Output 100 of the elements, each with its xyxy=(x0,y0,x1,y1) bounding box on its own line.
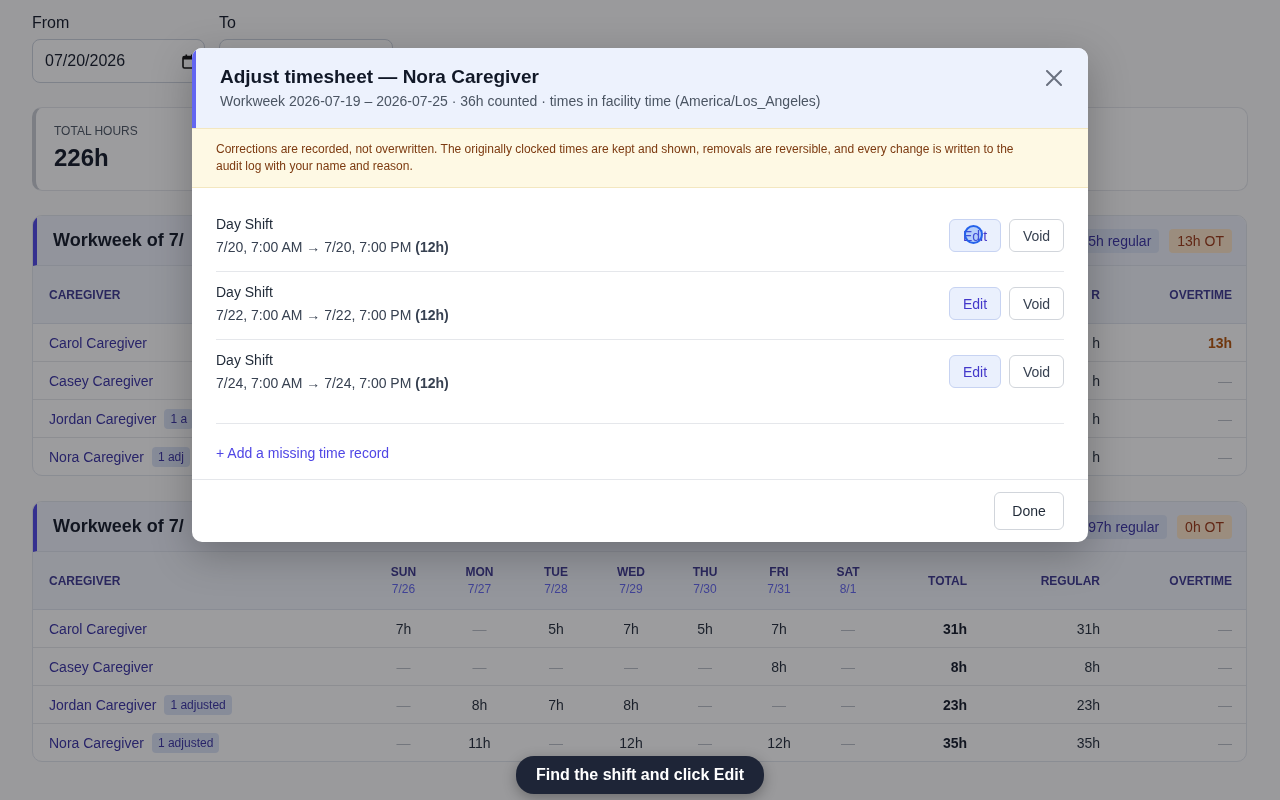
void-button[interactable]: Void xyxy=(1009,355,1064,388)
adjusted-badge: 1 a xyxy=(164,408,194,429)
day-date: 7/31 xyxy=(767,582,791,596)
table-cell: 12h xyxy=(767,734,791,751)
dialog-title: Adjust timesheet — Nora Caregiver xyxy=(220,66,540,88)
table-cell: 8h xyxy=(623,696,639,713)
caregiver-link[interactable]: Nora Caregiver xyxy=(49,734,144,751)
day-label: MON xyxy=(465,565,494,579)
table-cell: 35h xyxy=(1076,734,1100,751)
caregiver-link[interactable]: Jordan Caregiver xyxy=(49,410,157,427)
table-cell: — xyxy=(841,734,855,751)
table-cell: h xyxy=(1092,372,1100,389)
date-field[interactable]: 07/20/2026 xyxy=(32,39,205,83)
table-cell: 7h xyxy=(771,620,787,637)
audit-notice: Corrections are recorded, not overwritten. The originally clocked times are kept and shown, removals are reversible, and every change is written to the audit log with your name and reason. xyxy=(192,128,1088,188)
table-cell: h xyxy=(1092,410,1100,427)
table-cell: — xyxy=(472,620,487,637)
table-cell: 5h xyxy=(697,620,713,637)
table-cell: 23h xyxy=(942,696,967,713)
week-title: Workweek of 7/ xyxy=(53,516,184,537)
column-header: OVERTIME xyxy=(1169,287,1232,302)
caregiver-link[interactable]: Jordan Caregiver xyxy=(49,696,157,713)
table-cell: — xyxy=(624,658,638,675)
column-header: CAREGIVER xyxy=(49,287,121,302)
column-header: REGULAR xyxy=(1040,573,1100,588)
table-cell: — xyxy=(472,658,487,675)
column-header: TOTAL xyxy=(928,573,967,588)
table-cell: 8h xyxy=(950,658,967,675)
table-cell: — xyxy=(698,658,712,675)
table-cell: 35h xyxy=(942,734,967,751)
table-cell: 8h xyxy=(771,658,787,675)
void-button[interactable]: Void xyxy=(1009,219,1064,252)
field-label: From xyxy=(32,14,71,32)
table-cell: 7h xyxy=(548,696,564,713)
day-date: 7/26 xyxy=(391,582,416,596)
void-button[interactable]: Void xyxy=(1009,287,1064,320)
table-cell: — xyxy=(1218,658,1232,675)
stat-value: 226h xyxy=(54,144,110,172)
table-cell: 8h xyxy=(471,696,488,713)
day-label: SAT xyxy=(836,565,860,579)
table-cell: — xyxy=(549,734,563,751)
shift-title: Day Shift xyxy=(216,284,274,300)
day-date: 8/1 xyxy=(839,582,857,596)
edit-button[interactable]: Edit xyxy=(949,287,1001,320)
edit-button[interactable]: Edit xyxy=(949,355,1001,388)
table-cell: — xyxy=(549,658,563,675)
day-label: THU xyxy=(692,565,718,579)
caregiver-link[interactable]: Carol Caregiver xyxy=(49,334,148,351)
day-date: 7/29 xyxy=(619,582,643,596)
table-cell: — xyxy=(841,658,855,675)
table-cell: — xyxy=(1218,372,1232,389)
day-label: SUN xyxy=(390,565,417,579)
column-header: CAREGIVER xyxy=(49,573,121,588)
table-cell: 31h xyxy=(942,620,967,637)
dialog-subtitle: Workweek 2026-07-19 – 2026-07-25 · 36h counted · times in facility time (America/Los_Angeles) xyxy=(220,93,821,109)
day-date: 7/28 xyxy=(544,582,568,596)
day-date: 7/27 xyxy=(467,582,492,596)
table-cell: 23h xyxy=(1076,696,1100,713)
shift-time: 7/20, 7:00 AM → 7/20, 7:00 PM (12h) xyxy=(216,239,449,255)
table-cell: — xyxy=(1218,448,1232,465)
table-cell: — xyxy=(1218,734,1232,751)
caregiver-link[interactable]: Casey Caregiver xyxy=(49,658,154,675)
column-header: R xyxy=(1091,287,1100,302)
adjusted-badge: 1 adjusted xyxy=(164,694,232,715)
overtime-badge: 13h OT xyxy=(1169,228,1232,253)
table-cell: 8h xyxy=(1084,658,1100,675)
table-cell: — xyxy=(396,658,411,675)
week-title: Workweek of 7/ xyxy=(53,230,184,251)
hint-toast: Find the shift and click Edit xyxy=(516,756,764,794)
shift-title: Day Shift xyxy=(216,352,274,368)
shift-title: Day Shift xyxy=(216,216,274,232)
table-cell: — xyxy=(841,696,855,713)
caregiver-link[interactable]: Casey Caregiver xyxy=(49,372,154,389)
table-cell: — xyxy=(772,696,786,713)
close-button[interactable] xyxy=(1046,69,1064,87)
table-cell: h xyxy=(1092,448,1100,465)
table-cell: — xyxy=(396,696,411,713)
caregiver-link[interactable]: Nora Caregiver xyxy=(49,448,144,465)
adjusted-badge: 1 adj xyxy=(151,446,190,467)
overtime-badge: 0h OT xyxy=(1177,514,1232,539)
day-date: 7/30 xyxy=(693,582,717,596)
table-cell: 7h xyxy=(395,620,412,637)
table-cell: — xyxy=(1218,620,1232,637)
table-cell: — xyxy=(841,620,855,637)
shift-time: 7/22, 7:00 AM → 7/22, 7:00 PM (12h) xyxy=(216,307,449,323)
day-label: FRI xyxy=(769,565,789,579)
shift-time: 7/24, 7:00 AM → 7/24, 7:00 PM (12h) xyxy=(216,375,449,391)
table-cell: 5h xyxy=(548,620,564,637)
table-cell: 11h xyxy=(468,734,491,751)
table-cell: 31h xyxy=(1076,620,1100,637)
column-header: OVERTIME xyxy=(1169,573,1232,588)
table-cell: h xyxy=(1092,334,1100,351)
table-cell: — xyxy=(396,734,411,751)
table-cell: — xyxy=(1218,696,1232,713)
done-button[interactable]: Done xyxy=(994,492,1064,530)
table-cell: — xyxy=(698,734,712,751)
close-icon xyxy=(1046,70,1062,86)
table-cell: — xyxy=(698,696,712,713)
caregiver-link[interactable]: Carol Caregiver xyxy=(49,620,148,637)
add-record-link[interactable]: + Add a missing time record xyxy=(192,424,414,479)
